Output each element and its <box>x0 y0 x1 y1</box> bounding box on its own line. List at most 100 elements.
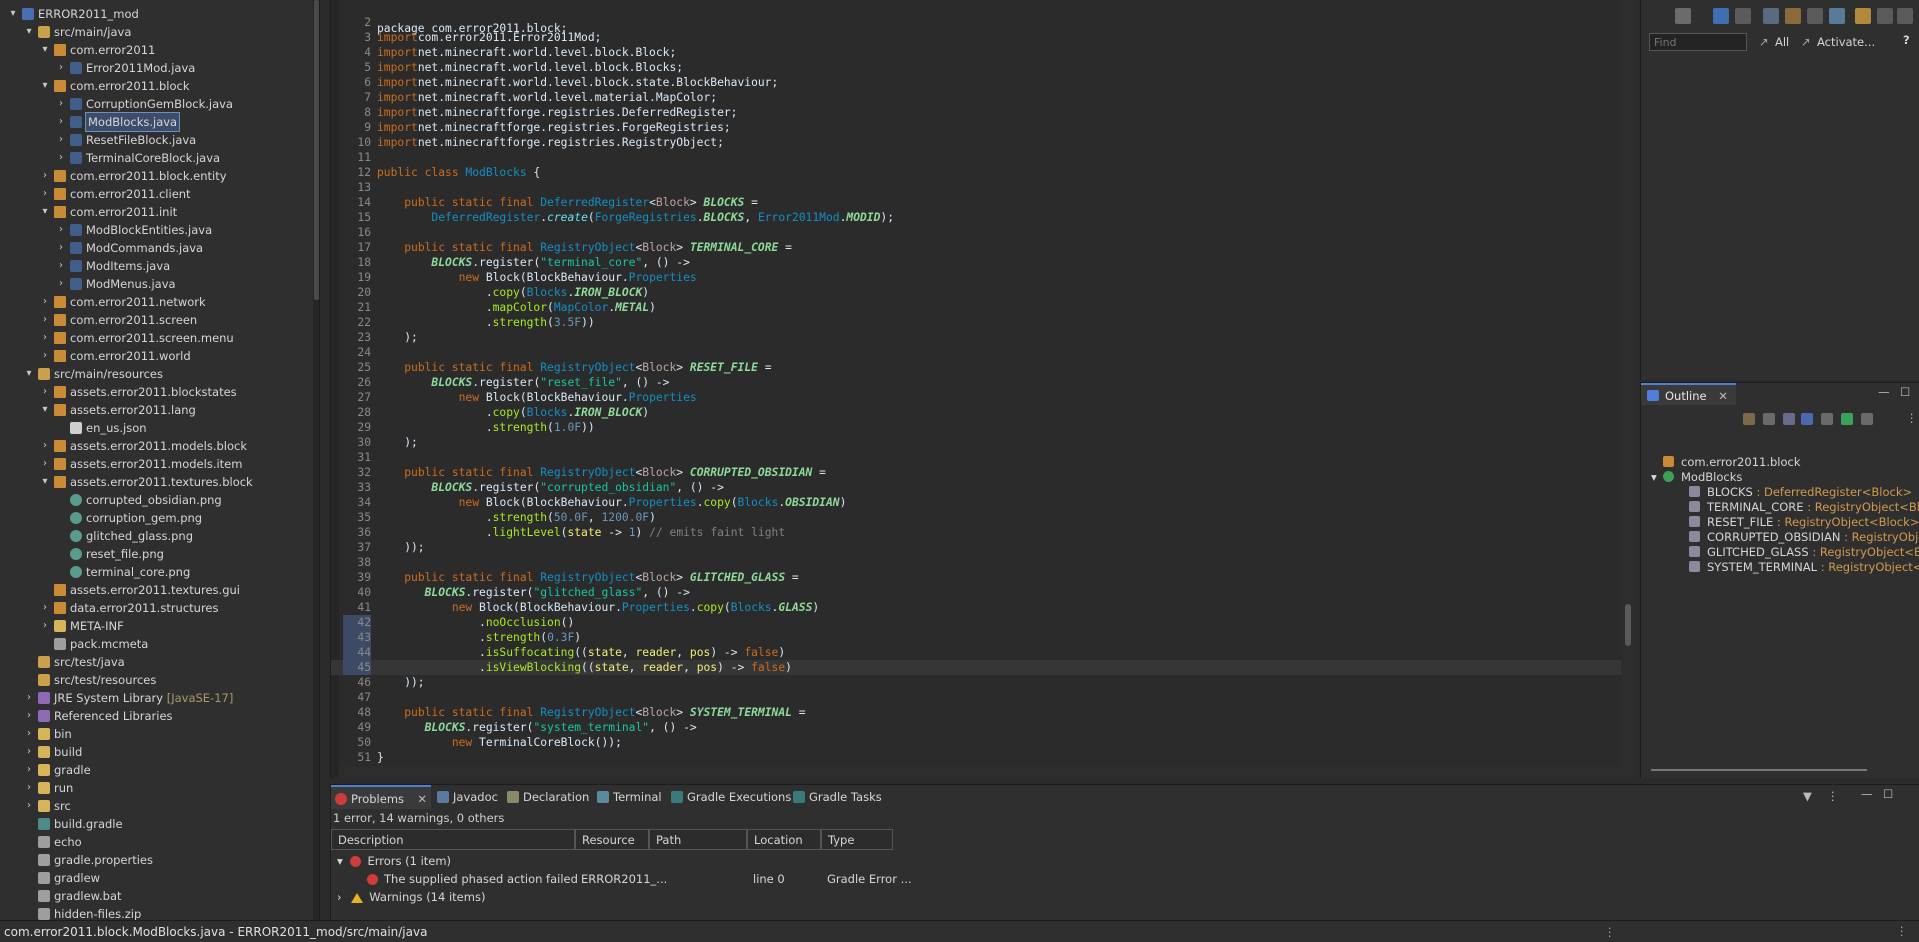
warnings-group-row[interactable]: › Warnings (14 items) <box>337 888 485 906</box>
tree-item[interactable]: ▾ src/main/resources <box>0 365 309 383</box>
chevron-down-icon[interactable]: ▾ <box>40 473 50 491</box>
find-task-input[interactable] <box>1649 33 1747 51</box>
tree-item[interactable]: corrupted_obsidian.png <box>0 491 309 509</box>
tree-item[interactable]: › assets.error2011.models.block <box>0 437 309 455</box>
chevron-down-icon[interactable]: ▾ <box>24 365 34 383</box>
error-row-description[interactable]: The supplied phased action failed with a… <box>367 870 577 888</box>
code-line[interactable]: 39 public static final RegistryObject<Bl… <box>331 570 1621 585</box>
tree-item[interactable]: › META-INF <box>0 617 309 635</box>
chevron-right-icon[interactable]: › <box>56 59 66 77</box>
chevron-right-icon[interactable]: › <box>56 275 66 293</box>
code-line[interactable]: 45 .isViewBlocking((state, reader, pos) … <box>331 660 1621 675</box>
tree-item[interactable]: › gradle <box>0 761 309 779</box>
chevron-right-icon[interactable]: › <box>40 455 50 473</box>
code-line[interactable]: 23 ); <box>331 330 1621 345</box>
code-line[interactable]: 6 importnet.minecraft.world.level.block.s… <box>331 75 1621 90</box>
code-line[interactable]: 47 <box>331 690 1621 705</box>
code-line[interactable]: 51} <box>331 750 1621 765</box>
chevron-right-icon[interactable]: › <box>337 890 342 904</box>
tree-item[interactable]: ▾ assets.error2011.lang <box>0 401 309 419</box>
code-line[interactable]: 40 BLOCKS.register("glitched_glass", () … <box>331 585 1621 600</box>
code-line[interactable]: 25 public static final RegistryObject<Bl… <box>331 360 1621 375</box>
code-line[interactable]: 28 .copy(Blocks.IRON_BLOCK) <box>331 405 1621 420</box>
view-menu-icon[interactable]: ⋮ <box>1827 789 1839 803</box>
code-line[interactable]: 18 BLOCKS.register("terminal_core", () -… <box>331 255 1621 270</box>
tree-item[interactable]: › CorruptionGemBlock.java <box>0 95 309 113</box>
chevron-right-icon[interactable]: › <box>56 113 66 131</box>
code-line[interactable]: 17 public static final RegistryObject<Bl… <box>331 240 1621 255</box>
close-icon[interactable]: ✕ <box>417 787 427 811</box>
code-line[interactable]: 36 .lightLevel(state -> 1) // emits fain… <box>331 525 1621 540</box>
tab-outline[interactable]: Outline ✕ <box>1641 383 1736 405</box>
tree-item[interactable]: › ModMenus.java <box>0 275 309 293</box>
code-line[interactable]: 24 <box>331 345 1621 360</box>
chevron-right-icon[interactable]: › <box>24 779 34 797</box>
tab-javadoc[interactable]: Javadoc <box>433 785 498 809</box>
code-line[interactable]: 5 importnet.minecraft.world.level.block.B… <box>331 60 1621 75</box>
code-line[interactable]: 31 <box>331 450 1621 465</box>
chevron-right-icon[interactable]: › <box>24 689 34 707</box>
chevron-down-icon[interactable]: ▾ <box>337 854 343 868</box>
tree-item[interactable]: gradlew <box>0 869 309 887</box>
tree-item[interactable]: › ResetFileBlock.java <box>0 131 309 149</box>
code-line[interactable]: 37 )); <box>331 540 1621 555</box>
tree-item[interactable]: › com.error2011.world <box>0 347 309 365</box>
code-line[interactable]: 29 .strength(1.0F)) <box>331 420 1621 435</box>
code-line[interactable]: 26 BLOCKS.register("reset_file", () -> <box>331 375 1621 390</box>
sync-icon[interactable] <box>1855 8 1871 24</box>
chevron-right-icon[interactable]: › <box>40 311 50 329</box>
editor-horizontal-scrollbar[interactable] <box>339 766 1621 778</box>
explorer-scrollbar-thumb[interactable] <box>314 0 319 300</box>
notification-icon[interactable]: ⋮ <box>1896 924 1908 938</box>
chevron-down-icon[interactable]: ▾ <box>40 77 50 95</box>
chevron-down-icon[interactable]: ▾ <box>24 23 34 41</box>
collapse-all-icon[interactable] <box>1743 413 1755 425</box>
chevron-down-icon[interactable]: ▾ <box>40 41 50 59</box>
code-line[interactable]: 11 <box>331 150 1621 165</box>
tree-item[interactable]: en_us.json <box>0 419 309 437</box>
code-line[interactable]: 14 public static final DeferredRegister<… <box>331 195 1621 210</box>
chevron-right-icon[interactable]: › <box>24 761 34 779</box>
new-task-icon[interactable] <box>1675 8 1691 24</box>
chevron-right-icon[interactable]: › <box>40 329 50 347</box>
code-line[interactable]: 30 ); <box>331 435 1621 450</box>
tree-item[interactable]: glitched_glass.png <box>0 527 309 545</box>
status-menu-icon[interactable]: ⋮ <box>1604 925 1616 939</box>
code-line[interactable]: 42 .noOcclusion() <box>331 615 1621 630</box>
outline-horizontal-scrollbar[interactable] <box>1651 769 1867 771</box>
tree-item[interactable]: corruption_gem.png <box>0 509 309 527</box>
minimize-icon[interactable]: — <box>1878 385 1890 399</box>
chevron-right-icon[interactable]: › <box>40 347 50 365</box>
tree-item[interactable]: › Referenced Libraries <box>0 707 309 725</box>
code-line[interactable]: 9 importnet.minecraftforge.registries.For… <box>331 120 1621 135</box>
editor-scrollbar-thumb[interactable] <box>1625 604 1631 646</box>
column-description[interactable]: Description <box>331 829 575 850</box>
minimize-icon[interactable] <box>1877 8 1893 24</box>
tree-item[interactable]: terminal_core.png <box>0 563 309 581</box>
explorer-scrollbar[interactable] <box>313 0 319 920</box>
tree-item[interactable]: gradle.properties <box>0 851 309 869</box>
code-line[interactable]: 27 new Block(BlockBehaviour.Properties <box>331 390 1621 405</box>
code-line[interactable]: 38 <box>331 555 1621 570</box>
link-editor-icon[interactable] <box>1829 8 1845 24</box>
tree-item[interactable]: reset_file.png <box>0 545 309 563</box>
tab-gradle-executions[interactable]: Gradle Executions <box>667 785 791 809</box>
errors-group-row[interactable]: ▾ Errors (1 item) <box>337 852 451 870</box>
code-line[interactable]: 3 importcom.error2011.Error2011Mod; <box>331 30 1621 45</box>
maximize-icon[interactable]: ☐ <box>1900 385 1910 399</box>
activate-link[interactable]: Activate... <box>1817 35 1875 49</box>
code-line[interactable]: 49 BLOCKS.register("system_terminal", ()… <box>331 720 1621 735</box>
tree-item[interactable]: › ModItems.java <box>0 257 309 275</box>
tree-item[interactable]: ▾ com.error2011.init <box>0 203 309 221</box>
code-line[interactable]: 35 .strength(50.0F, 1200.0F) <box>331 510 1621 525</box>
all-filter-link[interactable]: All <box>1775 35 1789 49</box>
chevron-right-icon[interactable]: › <box>40 617 50 635</box>
tree-item[interactable]: hidden-files.zip <box>0 905 309 920</box>
tree-item[interactable]: pack.mcmeta <box>0 635 309 653</box>
tree-item[interactable]: › com.error2011.block.entity <box>0 167 309 185</box>
chevron-down-icon[interactable]: ▾ <box>8 5 18 23</box>
tree-item[interactable]: › bin <box>0 725 309 743</box>
tree-item[interactable]: assets.error2011.textures.gui <box>0 581 309 599</box>
chevron-right-icon[interactable]: › <box>40 383 50 401</box>
collapse-all-icon[interactable] <box>1807 8 1823 24</box>
